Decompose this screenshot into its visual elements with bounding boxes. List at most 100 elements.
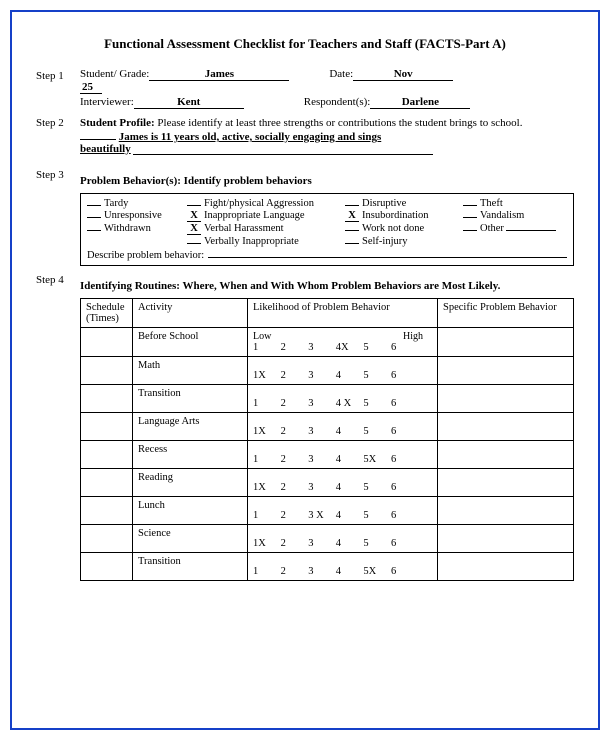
- scale-mark[interactable]: 2: [281, 426, 303, 437]
- chk-verbally-inapp[interactable]: [187, 243, 201, 244]
- cell-likelihood[interactable]: 1234 X56: [248, 385, 438, 413]
- scale-mark[interactable]: 6: [391, 426, 413, 437]
- chk-self-injury[interactable]: [345, 243, 359, 244]
- chk-insub[interactable]: X: [345, 210, 359, 222]
- profile-answer-2[interactable]: beautifully: [80, 143, 131, 155]
- cell-likelihood[interactable]: 1234 5X 6: [248, 553, 438, 581]
- scale-mark[interactable]: 5: [363, 426, 385, 437]
- chk-theft[interactable]: [463, 205, 477, 206]
- scale-mark[interactable]: 5: [363, 510, 385, 521]
- cell-likelihood[interactable]: 1X 23456: [248, 525, 438, 553]
- scale-mark[interactable]: 2: [281, 566, 303, 577]
- chk-vandalism[interactable]: [463, 217, 477, 218]
- cell-specific[interactable]: [438, 497, 574, 525]
- scale-mark[interactable]: 5: [363, 482, 385, 493]
- cell-specific[interactable]: [438, 469, 574, 497]
- scale-mark[interactable]: 5X: [363, 566, 385, 577]
- cell-likelihood[interactable]: 1X23456: [248, 413, 438, 441]
- scale-mark[interactable]: 4: [336, 370, 358, 381]
- scale-mark[interactable]: 2: [281, 454, 303, 465]
- cell-specific[interactable]: [438, 553, 574, 581]
- scale-mark[interactable]: 2: [281, 370, 303, 381]
- scale-mark[interactable]: 4: [336, 510, 358, 521]
- cell-schedule[interactable]: [81, 357, 133, 385]
- chk-fight[interactable]: [187, 205, 201, 206]
- scale-mark[interactable]: 6: [391, 454, 413, 465]
- scale-mark[interactable]: 3: [308, 398, 330, 409]
- scale-mark[interactable]: 1: [253, 342, 275, 353]
- cell-likelihood[interactable]: 1X 23456: [248, 357, 438, 385]
- scale-mark[interactable]: 2: [281, 510, 303, 521]
- scale-mark[interactable]: 1X: [253, 482, 275, 493]
- cell-specific[interactable]: [438, 413, 574, 441]
- scale-mark[interactable]: 4 X: [336, 398, 358, 409]
- scale-mark[interactable]: 2: [281, 482, 303, 493]
- cell-likelihood[interactable]: 1X 23456: [248, 469, 438, 497]
- scale-mark[interactable]: 6: [391, 482, 413, 493]
- cell-schedule[interactable]: [81, 385, 133, 413]
- cell-schedule[interactable]: [81, 497, 133, 525]
- chk-other[interactable]: [463, 230, 477, 231]
- scale-mark[interactable]: 3: [308, 342, 330, 353]
- cell-schedule[interactable]: [81, 553, 133, 581]
- interviewer-value[interactable]: Kent: [134, 96, 244, 109]
- scale-mark[interactable]: 3 X: [308, 510, 330, 521]
- cell-schedule[interactable]: [81, 441, 133, 469]
- describe-value[interactable]: [208, 257, 567, 258]
- cell-likelihood[interactable]: 12 3 X 456: [248, 497, 438, 525]
- scale-mark[interactable]: 5: [363, 342, 385, 353]
- cell-schedule[interactable]: [81, 469, 133, 497]
- profile-answer-1[interactable]: James is 11 years old, active, socially …: [119, 131, 382, 143]
- chk-work-not-done[interactable]: [345, 230, 359, 231]
- scale-mark[interactable]: 1X: [253, 538, 275, 549]
- scale-mark[interactable]: 6: [391, 510, 413, 521]
- scale-mark[interactable]: 1X: [253, 370, 275, 381]
- scale-mark[interactable]: 3: [308, 370, 330, 381]
- scale-mark[interactable]: 4: [336, 538, 358, 549]
- cell-schedule[interactable]: [81, 328, 133, 357]
- scale-mark[interactable]: 3: [308, 566, 330, 577]
- scale-mark[interactable]: 2: [281, 342, 303, 353]
- scale-mark[interactable]: 4: [336, 566, 358, 577]
- chk-unresponsive[interactable]: [87, 217, 101, 218]
- scale-mark[interactable]: 1: [253, 566, 275, 577]
- scale-mark[interactable]: 5: [363, 370, 385, 381]
- cell-specific[interactable]: [438, 385, 574, 413]
- cell-specific[interactable]: [438, 441, 574, 469]
- scale-mark[interactable]: 1: [253, 398, 275, 409]
- scale-mark[interactable]: 2: [281, 538, 303, 549]
- cell-schedule[interactable]: [81, 413, 133, 441]
- cell-specific[interactable]: [438, 357, 574, 385]
- chk-inapp-lang[interactable]: X: [187, 210, 201, 222]
- scale-mark[interactable]: 3: [308, 482, 330, 493]
- scale-mark[interactable]: 4X: [336, 342, 358, 353]
- scale-mark[interactable]: 6: [391, 538, 413, 549]
- scale-mark[interactable]: 1: [253, 454, 275, 465]
- scale-mark[interactable]: 6: [391, 342, 413, 353]
- chk-disruptive[interactable]: [345, 205, 359, 206]
- student-grade-value[interactable]: James: [149, 68, 289, 81]
- cell-likelihood[interactable]: 1234 5X 6: [248, 441, 438, 469]
- scale-mark[interactable]: 5: [363, 398, 385, 409]
- scale-mark[interactable]: 1: [253, 510, 275, 521]
- scale-mark[interactable]: 4: [336, 454, 358, 465]
- scale-mark[interactable]: 5X: [363, 454, 385, 465]
- chk-withdrawn[interactable]: [87, 230, 101, 231]
- scale-mark[interactable]: 6: [391, 566, 413, 577]
- date-value-2[interactable]: 25: [80, 81, 102, 94]
- respondent-value[interactable]: Darlene: [370, 96, 470, 109]
- scale-mark[interactable]: 3: [308, 454, 330, 465]
- scale-mark[interactable]: 6: [391, 370, 413, 381]
- cell-specific[interactable]: [438, 525, 574, 553]
- chk-verbal-har[interactable]: X: [187, 223, 201, 235]
- scale-mark[interactable]: 3: [308, 538, 330, 549]
- scale-mark[interactable]: 5: [363, 538, 385, 549]
- chk-tardy[interactable]: [87, 205, 101, 206]
- cell-likelihood[interactable]: LowHigh1234X56: [248, 328, 438, 357]
- scale-mark[interactable]: 2: [281, 398, 303, 409]
- scale-mark[interactable]: 1X: [253, 426, 275, 437]
- scale-mark[interactable]: 4: [336, 482, 358, 493]
- scale-mark[interactable]: 3: [308, 426, 330, 437]
- date-value[interactable]: Nov: [353, 68, 453, 81]
- cell-schedule[interactable]: [81, 525, 133, 553]
